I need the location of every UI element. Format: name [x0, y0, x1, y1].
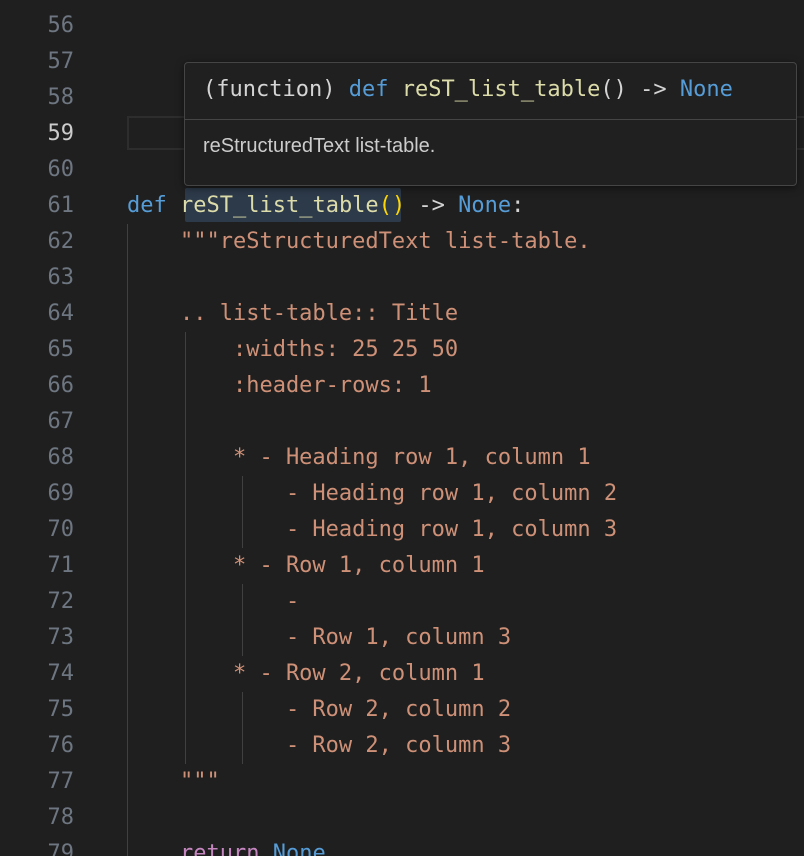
- line-number: 68: [47, 445, 75, 470]
- code-line-64[interactable]: .. list-table:: Title: [127, 296, 458, 332]
- line-number: 78: [47, 805, 75, 830]
- keyword-return: return: [179, 841, 260, 856]
- none-constant: None: [272, 841, 326, 856]
- line-number: 79: [47, 841, 75, 856]
- keyword-def: def: [127, 193, 167, 218]
- code-line-68[interactable]: * - Heading row 1, column 1: [127, 440, 591, 476]
- line-number: 70: [47, 517, 75, 542]
- line-number: 61: [47, 193, 75, 218]
- hover-docstring: reStructuredText list-table.: [203, 135, 436, 157]
- code-line-72[interactable]: -: [127, 584, 299, 620]
- close-paren: ): [391, 193, 406, 218]
- code-line-77[interactable]: """: [127, 764, 220, 800]
- line-number: 58: [47, 85, 75, 110]
- code-line-61[interactable]: def reST_list_table() -> None:: [127, 188, 524, 224]
- code-line-74[interactable]: * - Row 2, column 1: [127, 656, 485, 692]
- line-number: 77: [47, 769, 75, 794]
- code-line-70[interactable]: - Heading row 1, column 3: [127, 512, 617, 548]
- code-line-76[interactable]: - Row 2, column 3: [127, 728, 511, 764]
- line-number: 74: [47, 661, 75, 686]
- code-line-71[interactable]: * - Row 1, column 1: [127, 548, 485, 584]
- hover-parens: (): [600, 77, 627, 102]
- function-name[interactable]: reST_list_table: [180, 193, 379, 218]
- open-paren: (: [378, 193, 392, 218]
- hover-tooltip[interactable]: (function) def reST_list_table() -> None…: [184, 62, 797, 186]
- line-number: 56: [47, 13, 75, 38]
- code-line-73[interactable]: - Row 1, column 3: [127, 620, 511, 656]
- return-type: None: [458, 193, 512, 218]
- code-editor[interactable]: 56 57 58 59 60 61 62 63 64 65 66 67 68 6…: [0, 0, 804, 856]
- code-line-79[interactable]: return None: [127, 836, 326, 856]
- code-line-75[interactable]: - Row 2, column 2: [127, 692, 511, 728]
- hover-arrow: ->: [626, 77, 680, 102]
- hover-return-type: None: [679, 77, 733, 102]
- line-number: 75: [47, 697, 75, 722]
- line-number: 69: [47, 481, 75, 506]
- code-line-69[interactable]: - Heading row 1, column 2: [127, 476, 617, 512]
- line-number: 66: [47, 373, 75, 398]
- line-number: 62: [47, 229, 75, 254]
- line-number: 72: [47, 589, 75, 614]
- hover-space: [388, 77, 401, 102]
- line-number-active: 59: [47, 121, 75, 146]
- hover-def-keyword: def: [348, 77, 389, 102]
- line-number: 67: [47, 409, 75, 434]
- line-number: 63: [47, 265, 75, 290]
- line-number: 64: [47, 301, 75, 326]
- line-number: 65: [47, 337, 75, 362]
- line-number: 71: [47, 553, 75, 578]
- colon: :: [511, 193, 525, 218]
- code-line-65[interactable]: :widths: 25 25 50: [127, 332, 458, 368]
- hover-signature: (function) def reST_list_table() -> None: [203, 73, 733, 107]
- code-line-66[interactable]: :header-rows: 1: [127, 368, 432, 404]
- line-number: 60: [47, 157, 75, 182]
- code-line-62[interactable]: """reStructuredText list-table.: [127, 224, 591, 260]
- hover-function-name: reST_list_table: [401, 77, 601, 102]
- line-number: 57: [47, 49, 75, 74]
- line-number: 73: [47, 625, 75, 650]
- line-number-gutter: 56 57 58 59 60 61 62 63 64 65 66 67 68 6…: [0, 0, 90, 856]
- line-number: 76: [47, 733, 75, 758]
- hover-divider: [185, 119, 796, 120]
- return-arrow: ->: [405, 193, 459, 218]
- hover-prefix: (function): [203, 77, 349, 102]
